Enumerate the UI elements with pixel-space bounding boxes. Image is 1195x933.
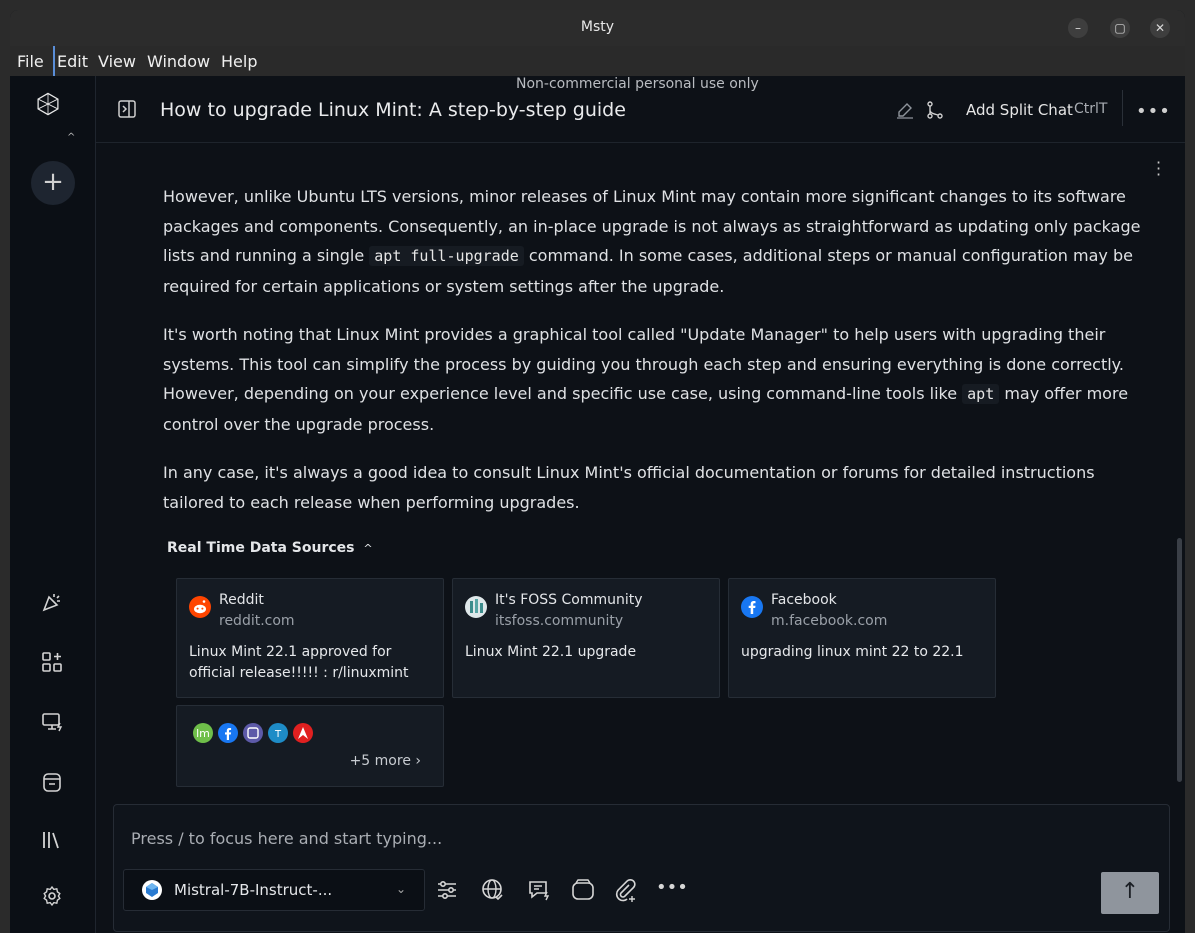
source-domain: reddit.com (219, 613, 295, 629)
branch-icon[interactable] (926, 101, 944, 119)
message-paragraph-1: However, unlike Ubuntu LTS versions, min… (163, 182, 1143, 301)
source-domain: itsfoss.community (495, 613, 624, 629)
window-title: Msty (580, 19, 615, 35)
settings-gear-icon[interactable] (40, 884, 64, 908)
inline-code: apt (962, 384, 1000, 404)
reddit-icon (189, 596, 211, 618)
source-site-name: Facebook (771, 592, 837, 608)
chevron-right-icon: › (415, 753, 421, 769)
source-site-name: It's FOSS Community (495, 592, 643, 608)
knowledge-stack-icon[interactable] (570, 877, 596, 903)
apps-grid-icon[interactable] (40, 650, 64, 674)
sidebar-rail: ^ + (10, 76, 96, 933)
more-sources-card[interactable]: lm T +5 more › (176, 705, 444, 787)
model-cube-icon (142, 880, 162, 900)
message-paragraph-2: It's worth noting that Linux Mint provid… (163, 320, 1143, 439)
menu-window[interactable]: Window (147, 52, 210, 71)
chat-header: Non-commercial personal use only How to … (96, 76, 1185, 143)
scrollbar-thumb[interactable] (1177, 538, 1182, 782)
forum-icon (243, 723, 263, 743)
source-site-name: Reddit (219, 592, 264, 608)
parameters-sliders-icon[interactable] (434, 877, 460, 903)
menu-help[interactable]: Help (221, 52, 257, 71)
more-sources-text: +5 more (349, 753, 411, 769)
message-menu-icon[interactable]: · · · (1156, 155, 1161, 183)
model-selector[interactable]: Mistral-7B-Instruct-... ⌄ (123, 869, 425, 911)
msty-logo-icon[interactable] (36, 92, 70, 126)
more-tools-icon[interactable]: ••• (656, 877, 688, 903)
close-button[interactable]: ✕ (1150, 18, 1170, 38)
header-divider (1122, 90, 1123, 126)
tecmint-icon: T (268, 723, 288, 743)
new-chat-button[interactable]: + (31, 161, 75, 205)
chevron-up-icon[interactable]: ^ (67, 132, 75, 143)
itsfoss-icon (465, 596, 487, 618)
maximize-button[interactable]: ▢ (1110, 18, 1130, 38)
license-notice: Non-commercial personal use only (516, 76, 759, 92)
chat-messages: · · · However, unlike Ubuntu LTS versions,… (96, 142, 1185, 802)
menu-file[interactable]: File (17, 52, 44, 71)
web-search-globe-icon[interactable] (480, 877, 506, 903)
message-input[interactable]: Press / to focus here and start typing..… (131, 829, 442, 848)
title-bar: Msty – ▢ ✕ (10, 10, 1185, 46)
send-button[interactable]: ↑ (1101, 872, 1159, 914)
more-options-icon[interactable]: ••• (1136, 101, 1171, 122)
add-split-chat-button[interactable]: Add Split Chat (966, 101, 1073, 119)
svg-text:lm: lm (196, 727, 210, 740)
monitor-icon[interactable] (40, 710, 64, 734)
source-snippet: Linux Mint 22.1 approved for official re… (189, 644, 409, 681)
chevron-down-icon: ⌄ (395, 882, 406, 896)
split-chat-shortcut: CtrlT (1074, 101, 1108, 117)
source-card-facebook[interactable]: Facebook m.facebook.com upgrading linux … (728, 578, 996, 698)
source-card-itsfoss[interactable]: It's FOSS Community itsfoss.community Li… (452, 578, 720, 698)
toggle-sidebar-icon[interactable] (118, 100, 136, 118)
real-time-sources-toggle[interactable]: Real Time Data Sources ^ (167, 540, 373, 556)
source-domain: m.facebook.com (771, 613, 888, 629)
paragraph-text: In any case, it's always a good idea to … (163, 463, 1095, 512)
source-snippet: Linux Mint 22.1 upgrade (465, 644, 637, 660)
inline-code: apt full-upgrade (369, 246, 524, 266)
facebook-icon (218, 723, 238, 743)
source-card-reddit[interactable]: Reddit reddit.com Linux Mint 22.1 approv… (176, 578, 444, 698)
facebook-icon (741, 596, 763, 618)
minimize-button[interactable]: – (1068, 18, 1088, 38)
source-snippet: upgrading linux mint 22 to 22.1 (741, 644, 964, 660)
chat-title[interactable]: How to upgrade Linux Mint: A step-by-ste… (160, 99, 626, 121)
svg-text:T: T (274, 729, 282, 740)
knowledge-stack-icon[interactable] (40, 770, 64, 794)
arch-icon (293, 723, 313, 743)
sources-title: Real Time Data Sources (167, 540, 355, 556)
prompts-sparkle-icon[interactable] (40, 590, 64, 614)
chevron-up-icon: ^ (363, 542, 373, 555)
edit-title-icon[interactable] (896, 101, 914, 119)
more-sources-label: +5 more › (350, 753, 421, 769)
attach-paperclip-icon[interactable] (612, 877, 638, 903)
linux-mint-icon: lm (193, 723, 213, 743)
message-paragraph-3: In any case, it's always a good idea to … (163, 458, 1143, 517)
menu-edit[interactable]: Edit (57, 52, 88, 71)
live-chat-icon[interactable] (526, 877, 552, 903)
app-window: Msty – ▢ ✕ File Edit View Window Help ^ … (10, 10, 1185, 933)
model-name: Mistral-7B-Instruct-... (174, 881, 333, 899)
message-composer: Press / to focus here and start typing..… (113, 804, 1170, 932)
menu-bar: File Edit View Window Help (10, 46, 1185, 76)
menu-view[interactable]: View (98, 52, 136, 71)
library-icon[interactable] (40, 828, 64, 852)
